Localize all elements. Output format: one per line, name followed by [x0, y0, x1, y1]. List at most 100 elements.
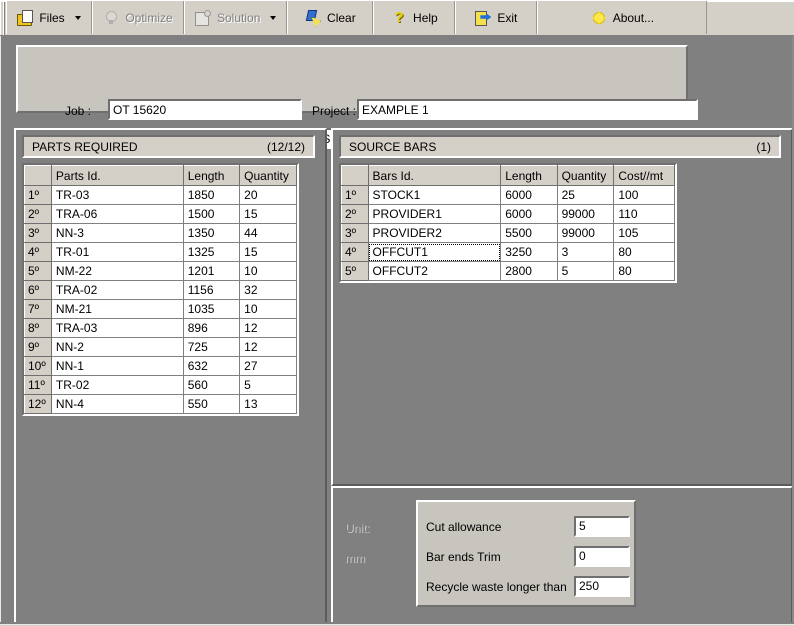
parts-cell-id[interactable]: TRA-02 [51, 281, 183, 300]
parts-cell-qty[interactable]: 12 [240, 319, 297, 338]
parts-cell-qty[interactable]: 20 [240, 186, 297, 205]
setting-input[interactable]: 0 [574, 546, 630, 567]
parts-cell-id[interactable]: TR-01 [51, 243, 183, 262]
source-bars-row-number[interactable]: 5º [342, 262, 369, 281]
parts-cell-qty[interactable]: 27 [240, 357, 297, 376]
chevron-down-icon[interactable] [75, 16, 81, 20]
parts-table-row[interactable]: 1ºTR-03185020 [25, 186, 297, 205]
source-bars-row-number[interactable]: 2º [342, 205, 369, 224]
parts-row-number[interactable]: 11º [25, 376, 52, 395]
parts-table-row[interactable]: 2ºTRA-06150015 [25, 205, 297, 224]
parts-cell-id[interactable]: NN-3 [51, 224, 183, 243]
parts-cell-length[interactable]: 1156 [183, 281, 239, 300]
source-bars-cell-length[interactable]: 3250 [501, 243, 557, 262]
parts-cell-length[interactable]: 1850 [183, 186, 239, 205]
parts-cell-qty[interactable]: 12 [240, 338, 297, 357]
toolbar-button-about[interactable]: About... [537, 1, 707, 34]
source-bars-table-row[interactable]: 1ºSTOCK1600025100 [342, 186, 675, 205]
source-bars-grid[interactable]: Bars Id.LengthQuantityCost//mt 1ºSTOCK16… [339, 163, 677, 283]
parts-cell-length[interactable]: 560 [183, 376, 239, 395]
parts-cell-length[interactable]: 1350 [183, 224, 239, 243]
parts-cell-id[interactable]: NM-22 [51, 262, 183, 281]
source-bars-table-row[interactable]: 2ºPROVIDER1600099000110 [342, 205, 675, 224]
parts-cell-id[interactable]: TR-02 [51, 376, 183, 395]
parts-cell-id[interactable]: TRA-06 [51, 205, 183, 224]
source-bars-cell-cost[interactable]: 80 [614, 243, 675, 262]
source-bars-cell-cost[interactable]: 110 [614, 205, 675, 224]
parts-cell-id[interactable]: TR-03 [51, 186, 183, 205]
parts-cell-qty[interactable]: 5 [240, 376, 297, 395]
parts-row-number[interactable]: 3º [25, 224, 52, 243]
parts-row-number[interactable]: 12º [25, 395, 52, 414]
source-bars-cell-length[interactable]: 5500 [501, 224, 557, 243]
parts-cell-qty[interactable]: 10 [240, 262, 297, 281]
source-bars-table-row[interactable]: 5ºOFFCUT22800580 [342, 262, 675, 281]
source-bars-row-number[interactable]: 1º [342, 186, 369, 205]
parts-cell-length[interactable]: 632 [183, 357, 239, 376]
parts-cell-length[interactable]: 1035 [183, 300, 239, 319]
parts-cell-id[interactable]: NN-2 [51, 338, 183, 357]
project-input[interactable]: EXAMPLE 1 [357, 99, 698, 120]
parts-table-row[interactable]: 12ºNN-455013 [25, 395, 297, 414]
parts-row-number[interactable]: 9º [25, 338, 52, 357]
source-bars-table-row[interactable]: 4ºOFFCUT13250380 [342, 243, 675, 262]
parts-cell-qty[interactable]: 13 [240, 395, 297, 414]
source-bars-cell-qty[interactable]: 25 [557, 186, 614, 205]
source-bars-row-number[interactable]: 4º [342, 243, 369, 262]
source-bars-cell-qty[interactable]: 3 [557, 243, 614, 262]
source-bars-cell-length[interactable]: 2800 [501, 262, 557, 281]
source-bars-row-number[interactable]: 3º [342, 224, 369, 243]
parts-grid[interactable]: Parts Id.LengthQuantity 1ºTR-031850202ºT… [22, 163, 299, 416]
parts-cell-id[interactable]: NM-21 [51, 300, 183, 319]
parts-table-row[interactable]: 11ºTR-025605 [25, 376, 297, 395]
chevron-down-icon[interactable] [270, 16, 276, 20]
parts-cell-id[interactable]: NN-4 [51, 395, 183, 414]
source-bars-cell-id[interactable]: PROVIDER2 [368, 224, 501, 243]
parts-cell-qty[interactable]: 15 [240, 205, 297, 224]
source-bars-cell-id[interactable]: OFFCUT2 [368, 262, 501, 281]
parts-table-row[interactable]: 3ºNN-3135044 [25, 224, 297, 243]
source-bars-cell-id[interactable]: OFFCUT1 [368, 243, 501, 262]
toolbar-button-files[interactable]: Files [6, 1, 92, 34]
parts-table-row[interactable]: 7ºNM-21103510 [25, 300, 297, 319]
parts-row-number[interactable]: 7º [25, 300, 52, 319]
parts-cell-length[interactable]: 1500 [183, 205, 239, 224]
parts-cell-length[interactable]: 1325 [183, 243, 239, 262]
parts-cell-length[interactable]: 725 [183, 338, 239, 357]
source-bars-cell-cost[interactable]: 100 [614, 186, 675, 205]
source-bars-cell-length[interactable]: 6000 [501, 205, 557, 224]
parts-cell-qty[interactable]: 32 [240, 281, 297, 300]
parts-cell-qty[interactable]: 10 [240, 300, 297, 319]
setting-input[interactable]: 250 [574, 576, 630, 597]
parts-cell-length[interactable]: 550 [183, 395, 239, 414]
parts-row-number[interactable]: 8º [25, 319, 52, 338]
source-bars-cell-qty[interactable]: 99000 [557, 205, 614, 224]
parts-cell-length[interactable]: 1201 [183, 262, 239, 281]
toolbar-button-help[interactable]: ?Help [373, 1, 455, 34]
source-bars-cell-qty[interactable]: 99000 [557, 224, 614, 243]
parts-table-row[interactable]: 10ºNN-163227 [25, 357, 297, 376]
parts-row-number[interactable]: 2º [25, 205, 52, 224]
source-bars-cell-qty[interactable]: 5 [557, 262, 614, 281]
parts-row-number[interactable]: 1º [25, 186, 52, 205]
source-bars-table-row[interactable]: 3ºPROVIDER2550099000105 [342, 224, 675, 243]
job-input[interactable]: OT 15620 [108, 99, 302, 120]
setting-input[interactable]: 5 [574, 516, 630, 537]
parts-cell-id[interactable]: TRA-03 [51, 319, 183, 338]
toolbar-button-clear[interactable]: Clear [287, 1, 373, 34]
parts-cell-qty[interactable]: 15 [240, 243, 297, 262]
parts-table-row[interactable]: 5ºNM-22120110 [25, 262, 297, 281]
parts-table-row[interactable]: 9ºNN-272512 [25, 338, 297, 357]
source-bars-cell-length[interactable]: 6000 [501, 186, 557, 205]
parts-cell-length[interactable]: 896 [183, 319, 239, 338]
parts-cell-qty[interactable]: 44 [240, 224, 297, 243]
parts-table-row[interactable]: 4ºTR-01132515 [25, 243, 297, 262]
parts-row-number[interactable]: 10º [25, 357, 52, 376]
parts-table-row[interactable]: 6ºTRA-02115632 [25, 281, 297, 300]
parts-row-number[interactable]: 6º [25, 281, 52, 300]
parts-row-number[interactable]: 5º [25, 262, 52, 281]
parts-cell-id[interactable]: NN-1 [51, 357, 183, 376]
source-bars-cell-id[interactable]: STOCK1 [368, 186, 501, 205]
parts-row-number[interactable]: 4º [25, 243, 52, 262]
source-bars-cell-cost[interactable]: 80 [614, 262, 675, 281]
